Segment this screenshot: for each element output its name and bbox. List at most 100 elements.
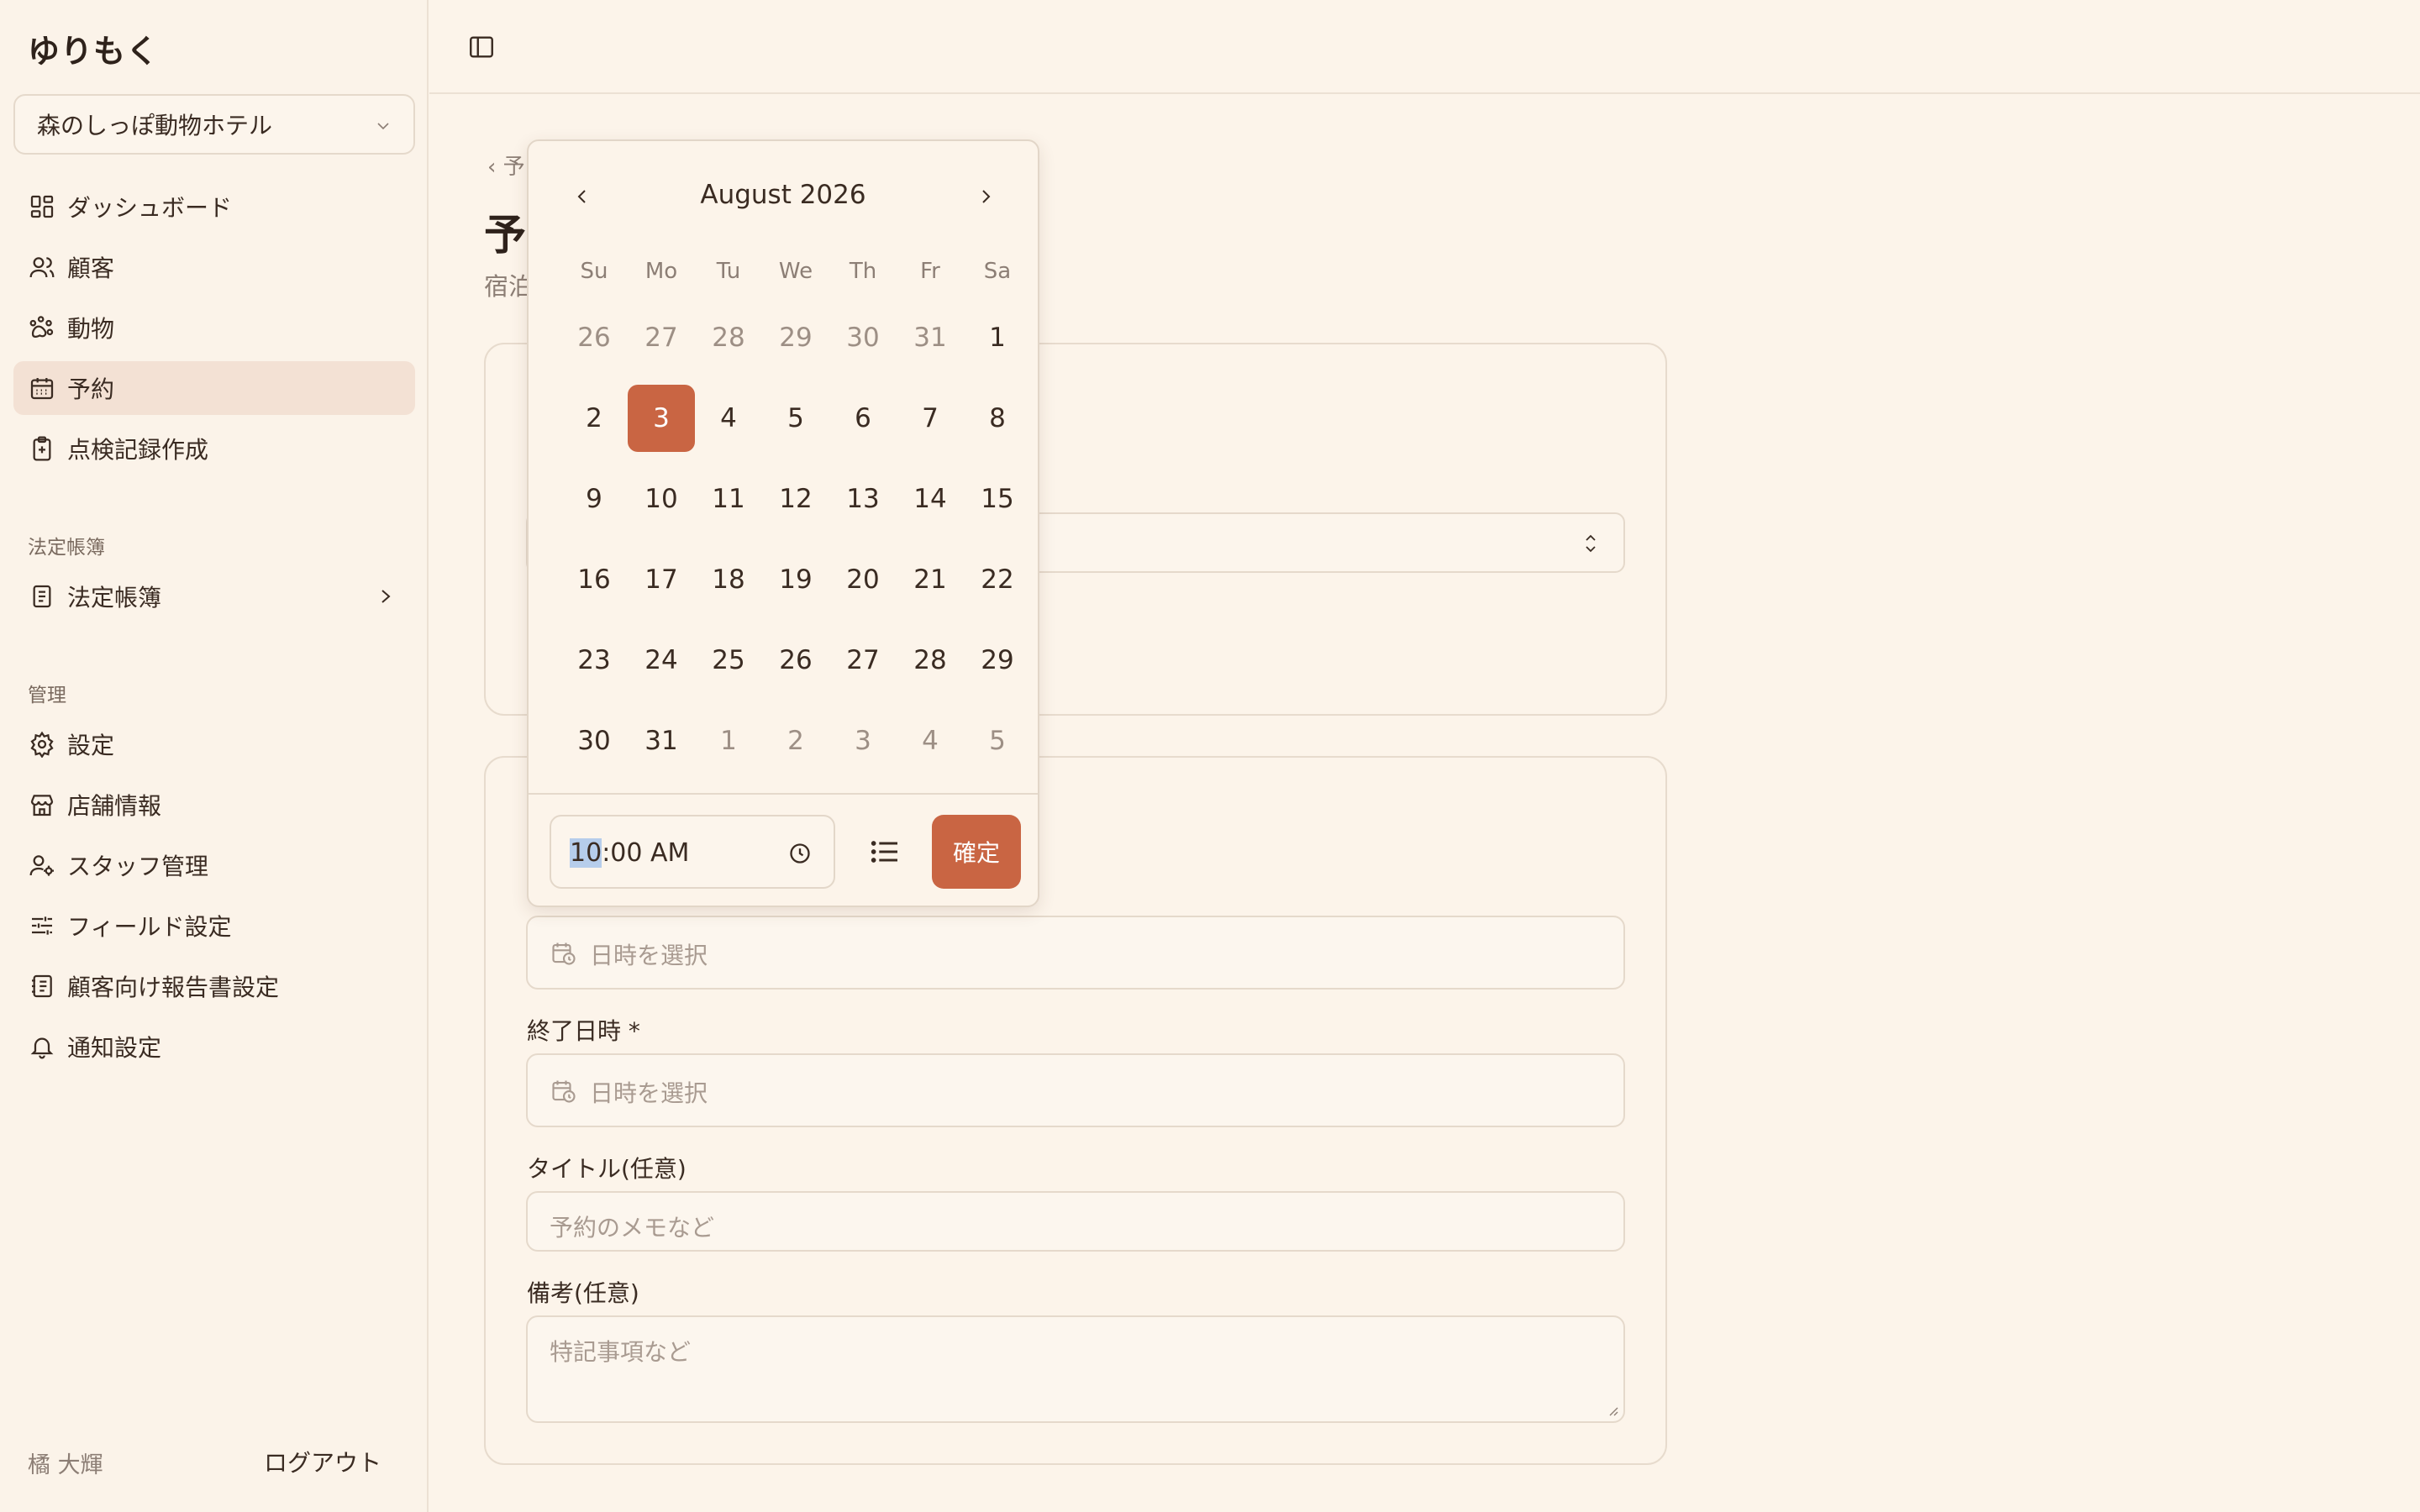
sidebar-item-customers[interactable]: 顧客 xyxy=(13,240,415,294)
calendar-day[interactable]: 1 xyxy=(964,304,1031,371)
next-month-button[interactable] xyxy=(969,180,1002,213)
app-root: ゆりもく 森のしっぽ動物ホテル ダッシュボード 顧客 動物 予約 点検記録作成 … xyxy=(0,0,2420,1512)
sidebar-item-label: 点検記録作成 xyxy=(67,436,209,464)
calendar-day[interactable]: 29 xyxy=(964,627,1031,694)
calendar-day[interactable]: 4 xyxy=(897,707,964,774)
calendar-day[interactable]: 2 xyxy=(762,707,829,774)
page-subtitle: 宿泊 xyxy=(484,272,534,301)
sidebar-item-dashboard[interactable]: ダッシュボード xyxy=(13,180,415,234)
sidebar-item-label: 法定帳簿 xyxy=(67,584,162,612)
calendar-day[interactable]: 9 xyxy=(560,465,628,533)
sidebar-item-label: 顧客向け報告書設定 xyxy=(67,974,280,1001)
sidebar-item-report-settings[interactable]: 顧客向け報告書設定 xyxy=(13,959,415,1013)
calendar-day[interactable]: 19 xyxy=(762,546,829,613)
sidebar-item-settings[interactable]: 設定 xyxy=(13,717,415,771)
legal-section-label: 法定帳簿 xyxy=(28,537,105,559)
sidebar-item-store-info[interactable]: 店舗情報 xyxy=(13,778,415,832)
calendar-day[interactable]: 11 xyxy=(695,465,762,533)
calendar-day[interactable]: 31 xyxy=(628,707,695,774)
calendar-day[interactable]: 23 xyxy=(560,627,628,694)
sidebar-item-label: 通知設定 xyxy=(67,1034,162,1062)
calendar-day[interactable]: 7 xyxy=(897,385,964,452)
legal-nav: 法定帳簿 xyxy=(13,570,415,623)
calendar-day[interactable]: 31 xyxy=(897,304,964,371)
calendar-day[interactable]: 2 xyxy=(560,385,628,452)
sidebar-item-field-settings[interactable]: フィールド設定 xyxy=(13,899,415,953)
confirm-button[interactable]: 確定 xyxy=(932,815,1021,889)
end-datetime-placeholder: 日時を選択 xyxy=(590,1079,708,1107)
sidebar-item-reservations[interactable]: 予約 xyxy=(13,361,415,415)
chevron-right-icon xyxy=(982,190,991,203)
calendar-day[interactable]: 12 xyxy=(762,465,829,533)
sidebar-item-label: フィールド設定 xyxy=(67,913,232,941)
sidebar-item-label: 顧客 xyxy=(67,255,115,282)
calendar-day[interactable]: 10 xyxy=(628,465,695,533)
time-input[interactable]: 10:00 AM xyxy=(550,815,835,889)
weekday-label: Fr xyxy=(920,259,940,284)
calendar-day[interactable]: 24 xyxy=(628,627,695,694)
sidebar-item-label: 動物 xyxy=(67,315,115,343)
sidebar-item-notifications[interactable]: 通知設定 xyxy=(13,1020,415,1074)
notes-textarea[interactable]: 特記事項など xyxy=(526,1315,1625,1423)
sidebar-item-animals[interactable]: 動物 xyxy=(13,301,415,354)
calendar-day[interactable]: 4 xyxy=(695,385,762,452)
calendar-day[interactable]: 3 xyxy=(829,707,897,774)
chevrons-up-down-icon xyxy=(1586,534,1596,553)
calendar-day[interactable]: 26 xyxy=(560,304,628,371)
sidebar-item-label: 店舗情報 xyxy=(67,792,162,820)
admin-section-label: 管理 xyxy=(28,685,66,706)
sidebar-item-label: スタッフ管理 xyxy=(67,853,209,880)
calendar-day[interactable]: 5 xyxy=(762,385,829,452)
back-link[interactable]: ‹ 予 xyxy=(487,150,525,181)
resize-grip-icon[interactable] xyxy=(1605,1403,1618,1416)
store-select[interactable]: 森のしっぽ動物ホテル xyxy=(13,94,415,155)
sidebar-item-staff[interactable]: スタッフ管理 xyxy=(13,838,415,892)
page-title: 予 xyxy=(484,211,526,260)
chevron-right-icon xyxy=(381,590,391,603)
calendar-day[interactable]: 13 xyxy=(829,465,897,533)
sliders-icon xyxy=(29,912,55,939)
calendar-day[interactable]: 22 xyxy=(964,546,1031,613)
calendar-day[interactable]: 21 xyxy=(897,546,964,613)
logout-button[interactable]: ログアウト xyxy=(264,1445,381,1478)
clock-icon[interactable] xyxy=(788,842,812,865)
calendar-day[interactable]: 25 xyxy=(695,627,762,694)
title-input[interactable]: 予約のメモなど xyxy=(526,1191,1625,1252)
calendar-day[interactable]: 27 xyxy=(628,304,695,371)
calendar-day[interactable]: 17 xyxy=(628,546,695,613)
calendar-day[interactable]: 26 xyxy=(762,627,829,694)
sidebar-item-inspection[interactable]: 点検記録作成 xyxy=(13,422,415,475)
calendar-day[interactable]: 5 xyxy=(964,707,1031,774)
calendar-day[interactable]: 8 xyxy=(964,385,1031,452)
current-user-name: 橘 大輝 xyxy=(28,1452,103,1478)
end-datetime-input[interactable]: 日時を選択 xyxy=(526,1053,1625,1127)
weekday-label: Tu xyxy=(716,259,741,284)
calendar-day[interactable]: 18 xyxy=(695,546,762,613)
notes-label: 備考(任意) xyxy=(527,1279,639,1307)
calendar-day[interactable]: 20 xyxy=(829,546,897,613)
calendar-day[interactable]: 15 xyxy=(964,465,1031,533)
brand-logo: ゆりもく xyxy=(28,33,160,70)
calendar-day[interactable]: 28 xyxy=(695,304,762,371)
calendar-day[interactable]: 27 xyxy=(829,627,897,694)
calendar-day[interactable]: 16 xyxy=(560,546,628,613)
time-list-icon[interactable] xyxy=(868,835,902,869)
calendar-icon xyxy=(29,375,55,402)
popover-divider xyxy=(529,793,1038,795)
calendar-day[interactable]: 30 xyxy=(829,304,897,371)
sidebar-item-legal-books[interactable]: 法定帳簿 xyxy=(13,570,415,623)
weekday-label: Su xyxy=(580,259,608,284)
calendar-day[interactable]: 30 xyxy=(560,707,628,774)
time-rest-segment[interactable]: :00 AM xyxy=(602,838,689,868)
gear-icon xyxy=(29,731,55,758)
paw-icon xyxy=(29,314,55,341)
start-datetime-input[interactable]: 日時を選択 xyxy=(526,916,1625,990)
calendar-day-selected[interactable]: 3 xyxy=(628,385,695,452)
time-hour-segment[interactable]: 10 xyxy=(570,838,602,868)
calendar-day[interactable]: 6 xyxy=(829,385,897,452)
sidebar-toggle-icon[interactable] xyxy=(467,33,496,61)
calendar-day[interactable]: 28 xyxy=(897,627,964,694)
calendar-day[interactable]: 1 xyxy=(695,707,762,774)
calendar-day[interactable]: 14 xyxy=(897,465,964,533)
calendar-day[interactable]: 29 xyxy=(762,304,829,371)
